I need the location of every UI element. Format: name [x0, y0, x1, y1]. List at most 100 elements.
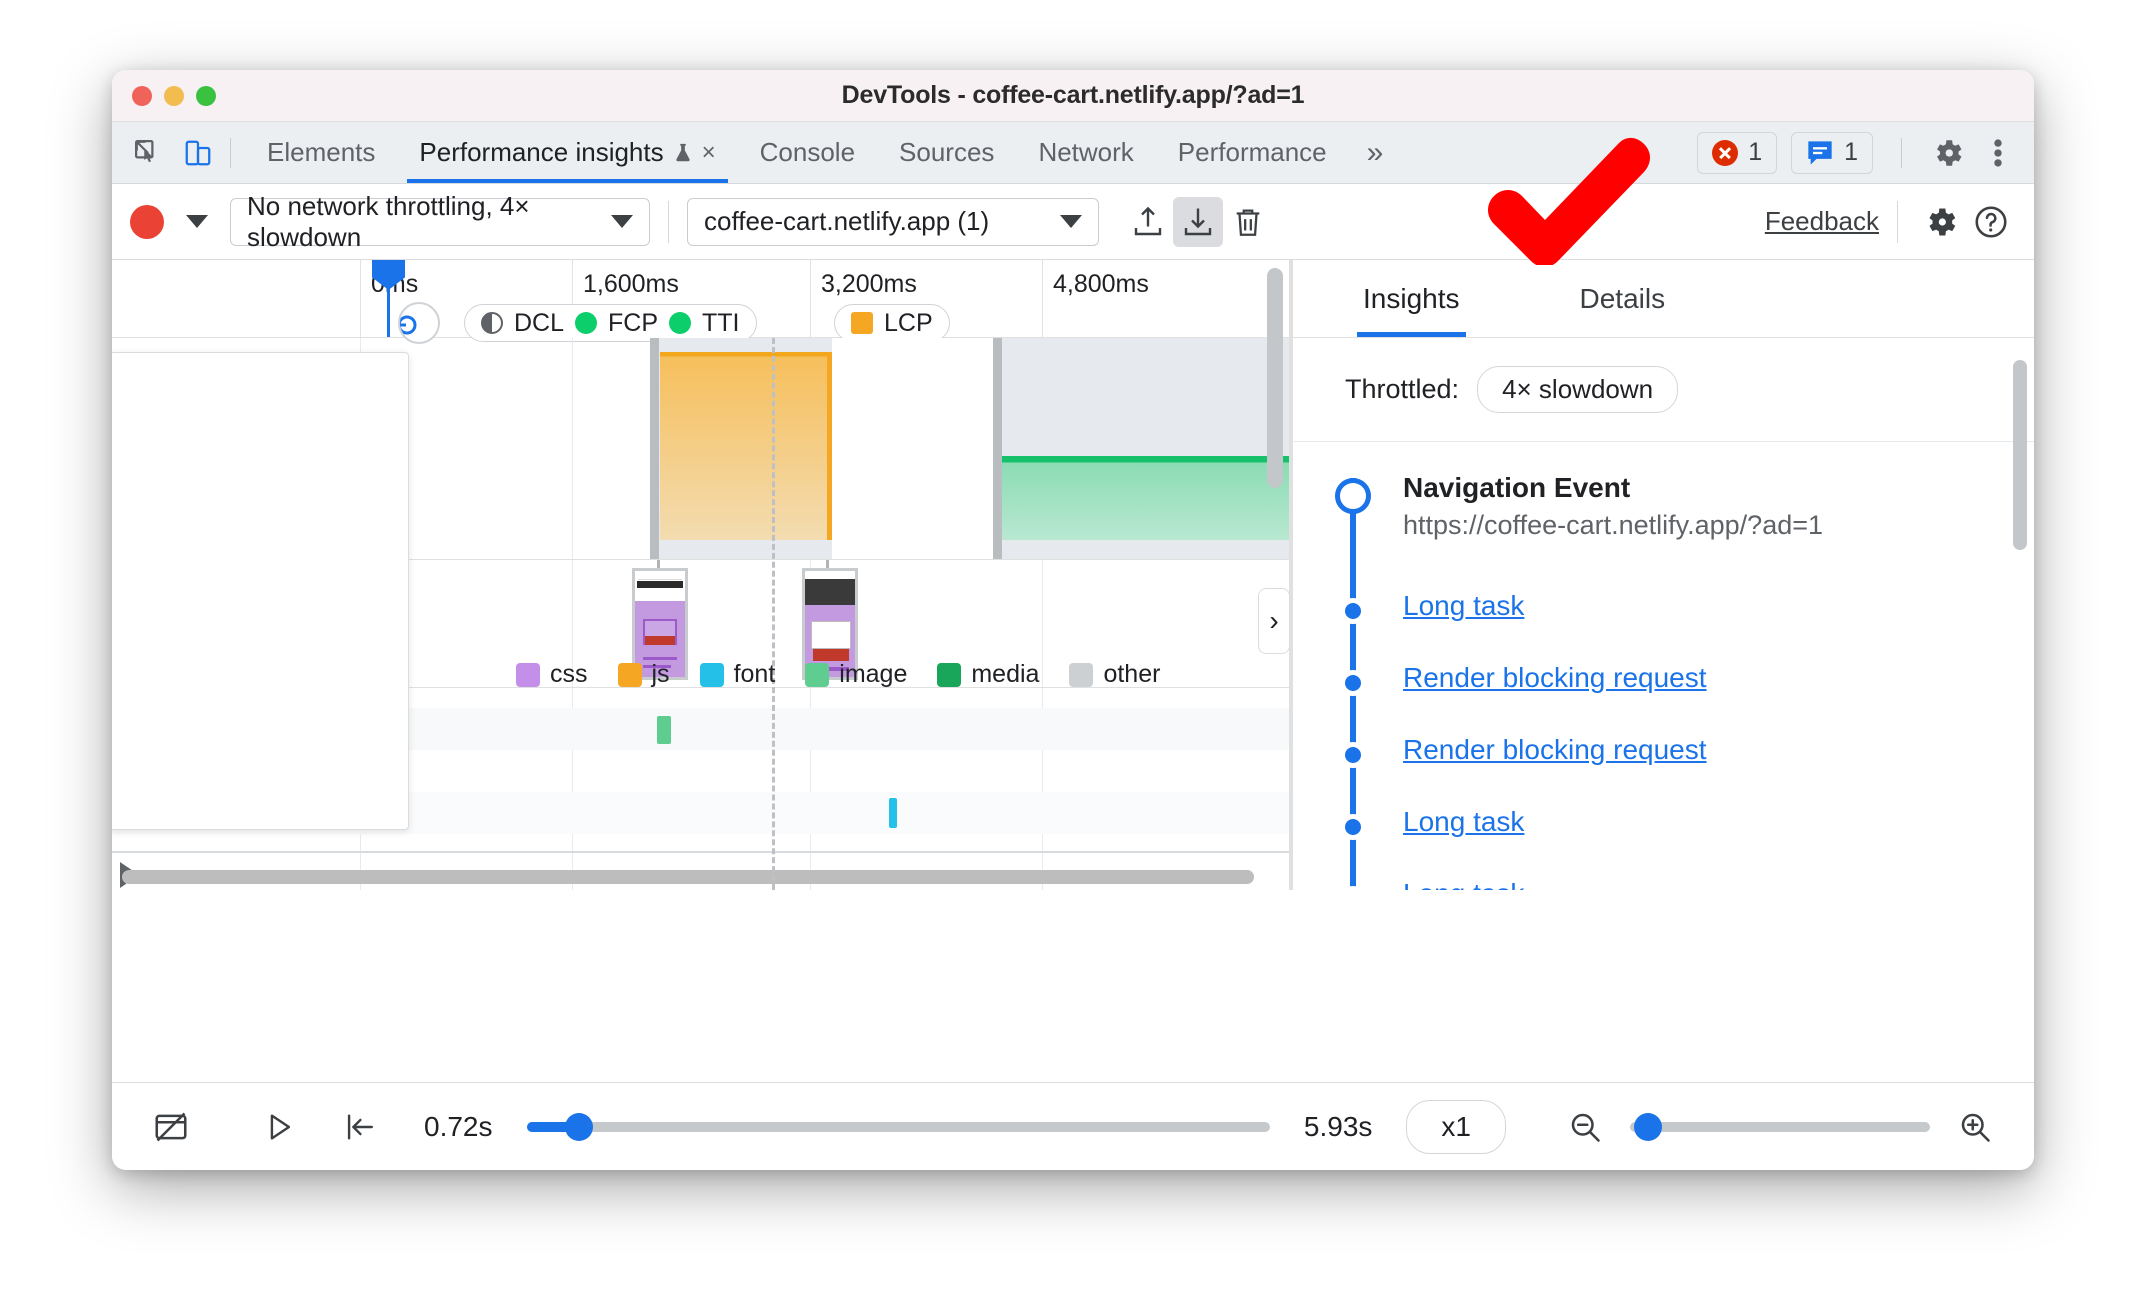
- throttling-select-value: No network throttling, 4× slowdown: [247, 190, 530, 252]
- legend-label-media: media: [971, 660, 1040, 688]
- toggle-screenshots-button[interactable]: [146, 1102, 196, 1152]
- network-type-legend: css js font image media other: [516, 660, 1160, 689]
- zoom-in-button[interactable]: [1950, 1102, 2000, 1152]
- delete-profile-button[interactable]: [1223, 197, 1273, 247]
- devtools-tabstrip: Elements Performance insights × Console …: [112, 122, 2034, 184]
- record-options-caret[interactable]: [186, 215, 208, 228]
- inspect-element-icon[interactable]: [130, 135, 166, 171]
- zoom-slider-knob[interactable]: [1634, 1112, 1662, 1141]
- zoom-slider[interactable]: [1630, 1112, 1930, 1141]
- insight-link-long-task-1[interactable]: Long task: [1403, 590, 1524, 622]
- screenshot-root: DevTools - coffee-cart.netlify.app/?ad=1: [0, 0, 2146, 1312]
- network-request-bar-image[interactable]: [657, 716, 671, 744]
- help-icon[interactable]: [1966, 197, 2016, 247]
- playback-speed-chip[interactable]: x1: [1406, 1099, 1506, 1154]
- chevron-down-icon: [611, 215, 633, 228]
- insight-navigation-event[interactable]: Navigation Event https://coffee-cart.net…: [1293, 472, 2034, 590]
- legend-swatch-js: [617, 662, 642, 687]
- tabstrip-right-tools: 1 1: [1697, 131, 2034, 174]
- time-range-slider[interactable]: [526, 1112, 1270, 1141]
- error-count-label: 1: [1748, 138, 1763, 166]
- ruler-tick-label-3: 4,800ms: [1053, 270, 1149, 298]
- message-count-label: 1: [1844, 138, 1858, 166]
- insights-tabbar: Insights Details: [1293, 260, 2034, 338]
- tab-elements[interactable]: Elements: [245, 122, 397, 183]
- tab-console[interactable]: Console: [738, 122, 877, 183]
- legend-label-other: other: [1103, 660, 1161, 688]
- zoom-slider-track: [1630, 1121, 1930, 1132]
- tab-performance[interactable]: Performance: [1156, 122, 1349, 183]
- marker-label-tti: TTI: [702, 308, 740, 337]
- legend-swatch-css: [516, 662, 540, 687]
- insight-long-task-3[interactable]: Long task: [1293, 878, 2034, 890]
- close-tab-icon[interactable]: ×: [702, 139, 716, 167]
- error-icon: [1712, 139, 1739, 166]
- navigation-event-url: https://coffee-cart.netlify.app/?ad=1: [1403, 510, 1824, 540]
- insight-render-blocking-1[interactable]: Render blocking request: [1293, 662, 2034, 734]
- time-slider-knob[interactable]: [564, 1112, 593, 1141]
- window-end-time: 5.93s: [1303, 1110, 1373, 1142]
- recording-select[interactable]: coffee-cart.netlify.app (1): [687, 197, 1099, 246]
- insight-long-task-2[interactable]: Long task: [1293, 806, 2034, 878]
- throttled-label: Throttled:: [1345, 374, 1460, 404]
- insight-link-long-task-2[interactable]: Long task: [1403, 806, 1524, 838]
- lcp-marker[interactable]: LCP: [834, 304, 950, 342]
- tab-network[interactable]: Network: [1016, 122, 1155, 183]
- marker-label-fcp: FCP: [608, 308, 659, 337]
- insights-list[interactable]: Navigation Event https://coffee-cart.net…: [1293, 442, 2034, 890]
- tab-performance-insights[interactable]: Performance insights ×: [397, 122, 737, 183]
- insight-render-blocking-2[interactable]: Render blocking request: [1293, 734, 2034, 806]
- timeline-playhead[interactable]: [387, 260, 390, 337]
- window-start-time: 0.72s: [424, 1110, 493, 1142]
- insight-bullet-icon-5: [1340, 886, 1366, 890]
- insights-scrollbar[interactable]: [2013, 360, 2027, 550]
- media-activity-block[interactable]: [1000, 456, 1292, 540]
- tab-insights-label: Insights: [1363, 282, 1460, 314]
- performance-timeline[interactable]: 0ms 1,600ms 3,200ms 4,800ms: [112, 260, 1292, 890]
- timeline-ruler[interactable]: 0ms 1,600ms 3,200ms 4,800ms: [112, 260, 1292, 344]
- legend-swatch-font: [699, 662, 724, 687]
- timeline-vertical-scrollbar[interactable]: [1267, 268, 1283, 488]
- throttling-select[interactable]: No network throttling, 4× slowdown: [230, 191, 650, 252]
- download-profile-button[interactable]: [1173, 196, 1223, 247]
- more-options-icon[interactable]: [1980, 135, 2016, 171]
- insight-link-long-task-3[interactable]: Long task: [1403, 878, 1524, 890]
- upload-profile-button[interactable]: [1123, 197, 1173, 247]
- error-count-badge[interactable]: 1: [1697, 131, 1778, 174]
- experiment-flask-icon: [675, 143, 690, 161]
- timeline-tooltip-popover: [112, 352, 409, 830]
- tab-sources[interactable]: Sources: [877, 122, 1016, 183]
- main-content: 0ms 1,600ms 3,200ms 4,800ms: [112, 260, 2034, 890]
- legend-label-font: font: [733, 660, 776, 688]
- tab-details[interactable]: Details: [1580, 260, 1666, 337]
- message-count-badge[interactable]: 1: [1791, 131, 1873, 174]
- marker-label-dcl: DCL: [514, 308, 565, 337]
- lcp-activity-block[interactable]: [660, 352, 832, 540]
- timeline-hover-line: [772, 338, 775, 890]
- legend-item-other: other: [1069, 660, 1160, 689]
- network-request-bar-font[interactable]: [889, 798, 897, 828]
- tab-elements-label: Elements: [267, 137, 376, 167]
- timeline-tracks[interactable]: css js font image media other ›: [112, 268, 1292, 890]
- legend-swatch-other: [1069, 662, 1094, 687]
- tab-insights[interactable]: Insights: [1357, 260, 1465, 337]
- jump-to-start-button[interactable]: [334, 1102, 384, 1152]
- insight-link-render-blocking-1[interactable]: Render blocking request: [1403, 662, 1707, 694]
- settings-gear-icon[interactable]: [1930, 135, 1966, 171]
- window-title: DevTools - coffee-cart.netlify.app/?ad=1: [841, 81, 1305, 109]
- web-vitals-marker-group[interactable]: DCL FCP TTI: [464, 304, 757, 342]
- chevron-right-icon: ›: [1269, 605, 1279, 636]
- insight-link-render-blocking-2[interactable]: Render blocking request: [1403, 734, 1707, 766]
- timeline-horizontal-scrollbar[interactable]: [122, 870, 1254, 884]
- record-button[interactable]: [130, 204, 164, 239]
- play-button[interactable]: [254, 1102, 304, 1152]
- feedback-link[interactable]: Feedback: [1765, 206, 1879, 237]
- device-toolbar-icon[interactable]: [180, 135, 216, 171]
- insight-long-task-1[interactable]: Long task: [1293, 590, 2034, 662]
- more-tabs-icon[interactable]: »: [1349, 136, 1402, 170]
- frame-boundary-1: [650, 338, 659, 559]
- collapse-sidebar-handle[interactable]: ›: [1258, 588, 1290, 654]
- perf-settings-gear-icon[interactable]: [1916, 197, 1966, 247]
- zoom-out-button[interactable]: [1560, 1102, 1610, 1152]
- legend-label-image: image: [839, 660, 908, 688]
